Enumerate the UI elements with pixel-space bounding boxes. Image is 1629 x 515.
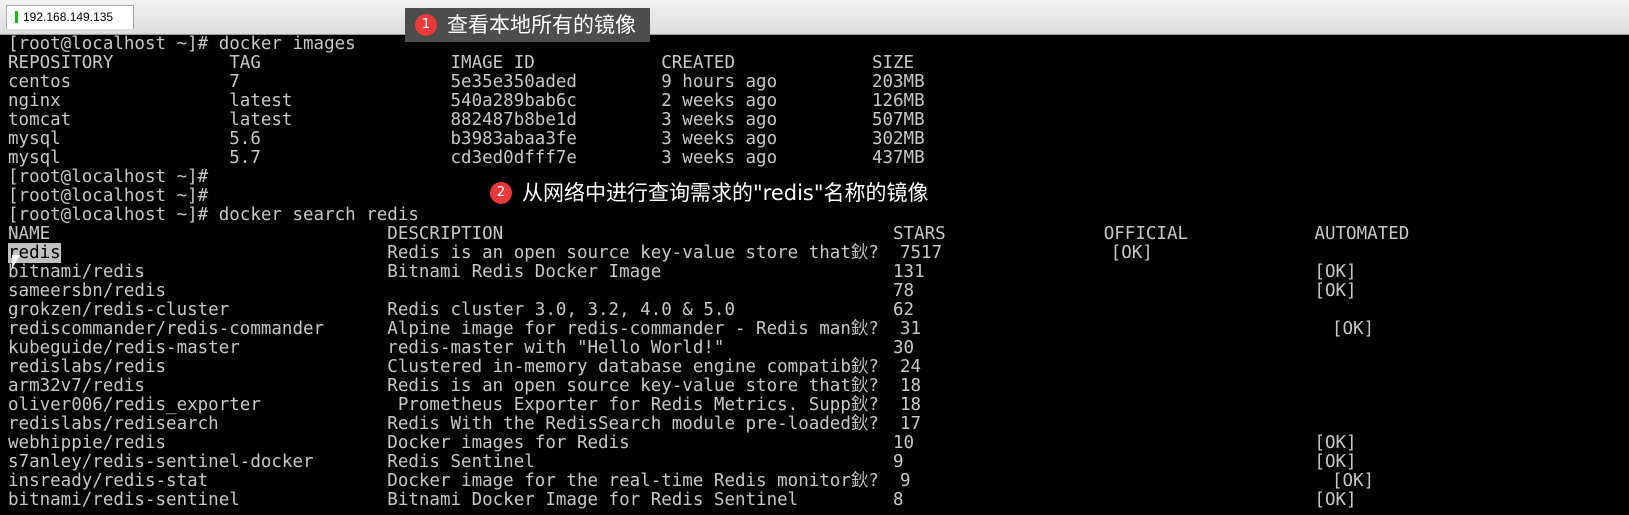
- step-badge: 2: [490, 182, 512, 204]
- search-result-row: arm32v7/redis Redis is an open source ke…: [8, 376, 922, 396]
- image-row: centos 7 5e35e350aded 9 hours ago 203MB: [8, 72, 925, 92]
- search-result-row: grokzen/redis-cluster Redis cluster 3.0,…: [8, 300, 915, 320]
- connection-indicator-icon: [15, 11, 18, 23]
- session-tab[interactable]: 192.168.149.135: [6, 5, 134, 29]
- search-result-row: bitnami/redis Bitnami Redis Docker Image…: [8, 262, 1357, 282]
- step-badge: 1: [415, 14, 437, 36]
- window-titlebar: 192.168.149.135: [0, 0, 1629, 35]
- annotation-callout-1: 1 查看本地所有的镜像: [405, 8, 650, 42]
- terminal-output[interactable]: [root@localhost ~]# docker images REPOSI…: [0, 35, 1629, 515]
- annotation-text: 查看本地所有的镜像: [447, 13, 636, 37]
- mouse-cursor-icon: [12, 255, 20, 269]
- image-row: mysql 5.7 cd3ed0dfff7e 3 weeks ago 437MB: [8, 148, 925, 168]
- search-result-row: bitnami/redis-sentinel Bitnami Docker Im…: [8, 490, 1357, 510]
- search-table-header: NAME DESCRIPTION STARS OFFICIAL AUTOMATE…: [8, 224, 1410, 244]
- search-result-row: redislabs/redisearch Redis With the Redi…: [8, 414, 922, 434]
- search-result-row-selected[interactable]: redis Redis is an open source key-value …: [8, 243, 1153, 263]
- search-result-row: oliver006/redis_exporter Prometheus Expo…: [8, 395, 922, 415]
- image-row: tomcat latest 882487b8be1d 3 weeks ago 5…: [8, 110, 925, 130]
- search-result-row: sameersbn/redis 78 [OK]: [8, 281, 1357, 301]
- session-tab-label: 192.168.149.135: [23, 10, 114, 24]
- search-result-row: insready/redis-stat Docker image for the…: [8, 471, 1375, 491]
- search-result-rest: Redis is an open source key-value store …: [60, 243, 1153, 263]
- images-table-header: REPOSITORY TAG IMAGE ID CREATED SIZE: [8, 53, 915, 73]
- annotation-callout-2: 2 从网络中进行查询需求的"redis"名称的镜像: [480, 176, 943, 210]
- terminal-prompt-line: [root@localhost ~]#: [8, 167, 209, 187]
- search-result-row: rediscommander/redis-commander Alpine im…: [8, 319, 1375, 339]
- search-result-row: s7anley/redis-sentinel-docker Redis Sent…: [8, 452, 1357, 472]
- image-row: mysql 5.6 b3983abaa3fe 3 weeks ago 302MB: [8, 129, 925, 149]
- terminal-line-cmd-images: [root@localhost ~]# docker images: [8, 35, 356, 54]
- search-result-row: kubeguide/redis-master redis-master with…: [8, 338, 915, 358]
- terminal-prompt-line: [root@localhost ~]#: [8, 186, 209, 206]
- terminal-line-cmd-search: [root@localhost ~]# docker search redis: [8, 205, 419, 225]
- search-result-row: webhippie/redis Docker images for Redis …: [8, 433, 1357, 453]
- annotation-text: 从网络中进行查询需求的"redis"名称的镜像: [522, 181, 929, 205]
- search-result-row: redislabs/redis Clustered in-memory data…: [8, 357, 922, 377]
- image-row: nginx latest 540a289bab6c 2 weeks ago 12…: [8, 91, 925, 111]
